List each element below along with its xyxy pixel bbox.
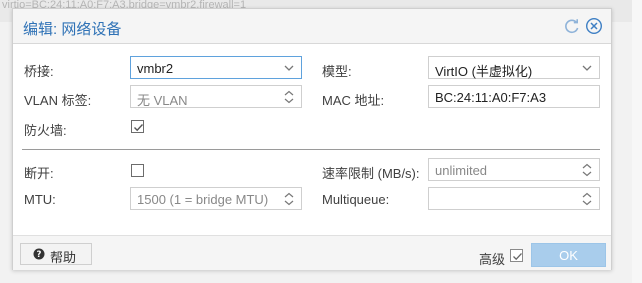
question-icon: ? xyxy=(33,248,45,263)
ok-button-label: OK xyxy=(559,248,578,263)
bridge-value: vmbr2 xyxy=(137,61,174,76)
firewall-label: 防火墙: xyxy=(24,123,67,138)
mtu-field[interactable]: 1500 (1 = bridge MTU) xyxy=(130,187,302,210)
dialog-footer: ? 帮助 高级 OK xyxy=(13,235,611,270)
mtu-placeholder: 1500 (1 = bridge MTU) xyxy=(137,192,269,207)
multiqueue-label: Multiqueue: xyxy=(322,192,390,207)
vlan-label: VLAN 标签: xyxy=(24,93,92,108)
disconnect-checkbox[interactable] xyxy=(131,164,144,177)
disconnect-label: 断开: xyxy=(24,166,54,181)
bridge-label: 桥接: xyxy=(24,64,54,79)
dialog-header: 编辑: 网络设备 xyxy=(13,9,611,44)
ok-button[interactable]: OK xyxy=(531,243,606,267)
help-button-label: 帮助 xyxy=(50,250,77,265)
check-icon xyxy=(513,253,522,261)
help-button[interactable]: ? 帮助 xyxy=(20,243,92,265)
advanced-checkbox[interactable] xyxy=(510,249,523,262)
rate-limit-placeholder: unlimited xyxy=(435,163,488,178)
spinner-icon[interactable] xyxy=(581,163,593,177)
bridge-select[interactable]: vmbr2 xyxy=(130,56,302,79)
rate-limit-field[interactable]: unlimited xyxy=(428,158,600,181)
rate-limit-label: 速率限制 (MB/s): xyxy=(322,166,420,181)
edit-network-device-dialog: 编辑: 网络设备 桥接: vmbr2 VLAN 标签: 无 VLAN 防火墙: xyxy=(12,8,612,270)
advanced-label: 高级 xyxy=(479,252,506,267)
model-value: VirtIO (半虚拟化) xyxy=(435,64,533,79)
dialog-title: 编辑: 网络设备 xyxy=(23,21,122,38)
spinner-icon[interactable] xyxy=(283,192,295,206)
vlan-tag-field[interactable]: 无 VLAN xyxy=(130,85,302,108)
svg-text:?: ? xyxy=(37,250,42,260)
chevron-down-icon[interactable] xyxy=(581,61,593,75)
mac-address-field[interactable]: BC:24:11:A0:F7:A3 xyxy=(428,85,600,108)
check-icon xyxy=(134,124,144,132)
section-divider xyxy=(22,149,600,150)
chevron-down-icon[interactable] xyxy=(283,61,295,75)
model-select[interactable]: VirtIO (半虚拟化) xyxy=(428,56,600,79)
model-label: 模型: xyxy=(322,64,352,79)
mtu-label: MTU: xyxy=(24,192,56,207)
vlan-placeholder: 无 VLAN xyxy=(137,93,188,108)
mac-label: MAC 地址: xyxy=(322,93,385,108)
refresh-icon[interactable] xyxy=(563,17,581,35)
firewall-checkbox[interactable] xyxy=(131,120,144,133)
mac-value: BC:24:11:A0:F7:A3 xyxy=(435,90,547,105)
multiqueue-field[interactable] xyxy=(428,187,600,210)
spinner-icon[interactable] xyxy=(581,192,593,206)
spinner-icon[interactable] xyxy=(283,90,295,104)
background-panel xyxy=(632,0,642,283)
close-icon[interactable] xyxy=(585,17,603,35)
